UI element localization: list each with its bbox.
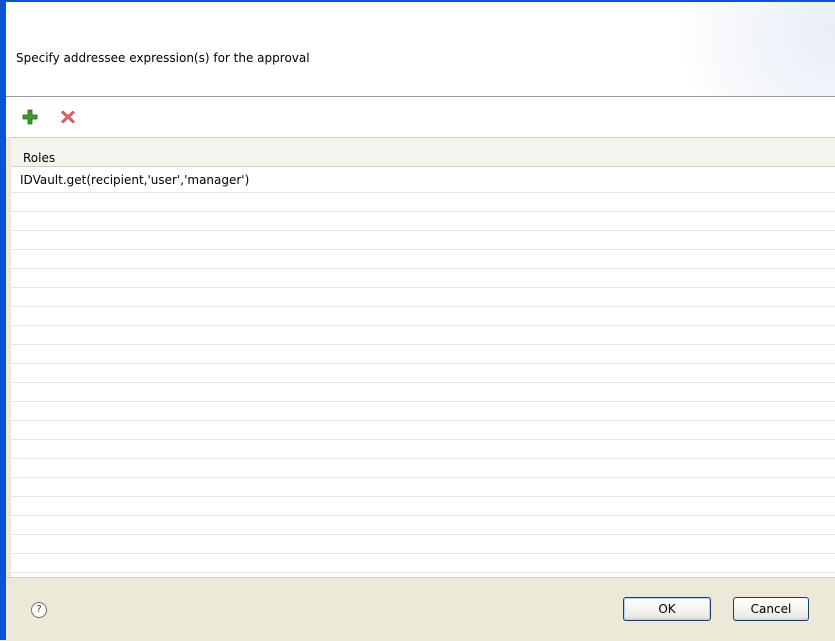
dialog-banner: Specify addressee expression(s) for the …: [6, 2, 835, 96]
column-header-label: Roles: [23, 151, 56, 165]
table-row[interactable]: [11, 459, 835, 478]
add-button[interactable]: [20, 107, 40, 127]
toolbar: [6, 97, 835, 137]
table-row[interactable]: [11, 402, 835, 421]
table-row[interactable]: [11, 345, 835, 364]
table-row[interactable]: [11, 288, 835, 307]
table-cell-role: IDVault.get(recipient,'user','manager'): [20, 173, 250, 187]
roles-table: Roles IDVault.get(recipient,'user','mana…: [11, 137, 835, 578]
remove-button[interactable]: [58, 107, 78, 127]
dialog-message: Specify addressee expression(s) for the …: [16, 51, 310, 65]
table-row[interactable]: [11, 307, 835, 326]
ok-button[interactable]: OK: [623, 597, 711, 621]
column-header-roles[interactable]: Roles: [11, 138, 835, 167]
table-row[interactable]: [11, 212, 835, 231]
banner-decoration: [655, 2, 835, 96]
table-row[interactable]: [11, 535, 835, 554]
table-row[interactable]: [11, 478, 835, 497]
table-row[interactable]: IDVault.get(recipient,'user','manager'): [11, 173, 835, 193]
table-row[interactable]: [11, 421, 835, 440]
table-row[interactable]: [11, 497, 835, 516]
table-row[interactable]: [11, 364, 835, 383]
button-bar: ? OK Cancel: [6, 577, 835, 641]
plus-icon: [22, 109, 38, 125]
table-row[interactable]: [11, 269, 835, 288]
table-row[interactable]: [11, 554, 835, 573]
cancel-button[interactable]: Cancel: [733, 597, 809, 621]
delete-x-icon: [61, 110, 75, 124]
table-row[interactable]: [11, 383, 835, 402]
table-row[interactable]: [11, 250, 835, 269]
table-row[interactable]: [11, 326, 835, 345]
table-row[interactable]: [11, 193, 835, 212]
table-row[interactable]: [11, 440, 835, 459]
table-body: IDVault.get(recipient,'user','manager'): [11, 173, 835, 578]
table-row[interactable]: [11, 231, 835, 250]
help-icon[interactable]: ?: [31, 602, 47, 618]
table-row[interactable]: [11, 516, 835, 535]
